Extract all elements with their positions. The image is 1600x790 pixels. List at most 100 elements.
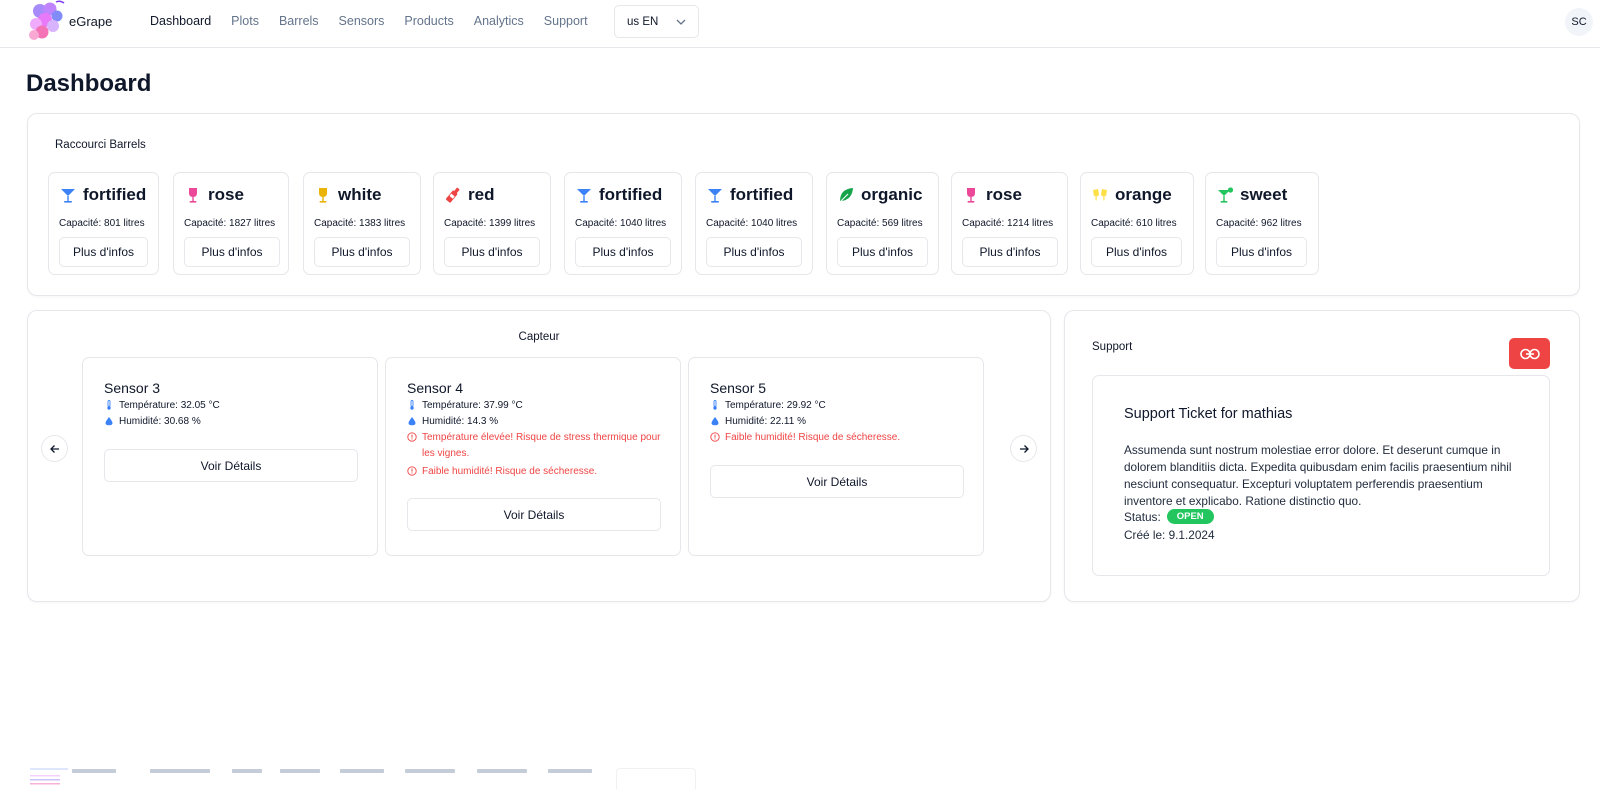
- barrel-card: red Capacité: 1399 litres Plus d'infos: [433, 172, 551, 275]
- page-title: Dashboard: [26, 70, 152, 97]
- sensor-humidity-text: Humidité: 22.11 %: [725, 416, 806, 427]
- barrel-header: red: [444, 185, 494, 205]
- cocktail-glass-icon: [577, 189, 591, 203]
- support-panel-title: Support: [1092, 341, 1133, 353]
- barrel-type: organic: [861, 185, 923, 204]
- barrel-type: rose: [986, 185, 1022, 204]
- user-avatar[interactable]: SC: [1565, 8, 1593, 36]
- barrel-type: white: [338, 185, 382, 204]
- ghost-nav-link: [340, 769, 384, 773]
- wine-glass-icon: [189, 188, 197, 203]
- barrel-card: fortified Capacité: 801 litres Plus d'info…: [48, 172, 159, 275]
- nav-link-analytics[interactable]: Analytics: [474, 14, 524, 28]
- barrel-more-info-button[interactable]: Plus d'infos: [1091, 237, 1182, 267]
- brand-name[interactable]: eGrape: [69, 14, 112, 29]
- grape-logo-icon[interactable]: [26, 0, 66, 42]
- barrel-header: orange: [1091, 185, 1172, 205]
- barrel-header: fortified: [575, 185, 662, 205]
- barrel-capacity: Capacité: 569 litres: [837, 218, 923, 229]
- barrel-more-info-button[interactable]: Plus d'infos: [59, 237, 148, 267]
- barrel-card: rose Capacité: 1214 litres Plus d'infos: [951, 172, 1068, 275]
- sensor-card: Sensor 3 Température: 32.05 °C Humidité: 3…: [82, 357, 378, 556]
- martini-icon: [1218, 187, 1234, 203]
- top-navbar: eGrape Dashboard Plots Barrels Sensors P…: [0, 0, 1600, 48]
- barrel-header: organic: [837, 185, 922, 205]
- ticket-created-date: Créé le: 9.1.2024: [1124, 528, 1215, 542]
- barrel-type: fortified: [83, 185, 147, 204]
- nav-link-products[interactable]: Products: [404, 14, 453, 28]
- barrel-more-info-button[interactable]: Plus d'infos: [184, 237, 280, 267]
- wine-glass-icon: [967, 188, 975, 203]
- barrel-capacity: Capacité: 1399 litres: [444, 218, 536, 229]
- barrel-more-info-button[interactable]: Plus d'infos: [837, 237, 928, 267]
- barrel-card: white Capacité: 1383 litres Plus d'infos: [303, 172, 421, 275]
- grape-logo-icon: [30, 768, 68, 785]
- sensor-warning-text: Faible humidité! Risque de sécheresse.: [725, 432, 901, 443]
- thermometer-icon: [410, 400, 414, 410]
- ticket-description: Assumenda sunt nostrum molestiae error d…: [1124, 443, 1512, 508]
- ticket-title: Support Ticket for mathias: [1124, 406, 1293, 422]
- nav-link-sensors[interactable]: Sensors: [339, 14, 385, 28]
- language-select[interactable]: us EN: [614, 5, 699, 38]
- sensor-humidity-text: Humidité: 30.68 %: [119, 416, 201, 427]
- support-link-button[interactable]: [1509, 338, 1550, 369]
- sensor-details-button[interactable]: Voir Détails: [407, 498, 661, 531]
- thermometer-icon: [713, 400, 717, 410]
- alert-circle-icon: [407, 466, 417, 476]
- sensor-card: Sensor 4 Température: 37.99 °C Humidité: 1…: [385, 357, 681, 556]
- wine-glass-icon: [319, 188, 327, 203]
- barrel-more-info-button[interactable]: Plus d'infos: [962, 237, 1058, 267]
- sensor-temperature: Température: 32.05 °C: [104, 398, 364, 414]
- sensor-name: Sensor 3: [104, 380, 161, 396]
- barrel-more-info-button[interactable]: Plus d'infos: [1216, 237, 1307, 267]
- carousel-next-button[interactable]: [1010, 435, 1037, 462]
- water-drop-icon: [711, 417, 719, 426]
- barrel-header: white: [314, 185, 381, 205]
- nav-link-barrels[interactable]: Barrels: [279, 14, 319, 28]
- barrel-capacity: Capacité: 1383 litres: [314, 218, 406, 229]
- sensor-temperature-text: Température: 37.99 °C: [422, 400, 523, 411]
- ghost-language-select: [616, 768, 696, 790]
- cocktail-glass-icon: [61, 189, 75, 203]
- barrel-card: fortified Capacité: 1040 litres Plus d'inf…: [564, 172, 682, 275]
- sensor-humidity-text: Humidité: 14.3 %: [422, 416, 499, 427]
- barrel-more-info-button[interactable]: Plus d'infos: [314, 237, 410, 267]
- barrel-capacity: Capacité: 1214 litres: [962, 218, 1054, 229]
- nav-link-dashboard[interactable]: Dashboard: [150, 14, 211, 28]
- ticket-status-row: Status: OPEN: [1124, 509, 1214, 524]
- barrel-card: orange Capacité: 610 litres Plus d'infos: [1080, 172, 1194, 275]
- sensor-name: Sensor 5: [710, 380, 767, 396]
- ticket-status-label: Status:: [1124, 509, 1161, 524]
- sensor-details-button[interactable]: Voir Détails: [104, 449, 358, 482]
- barrel-card: fortified Capacité: 1040 litres Plus d'inf…: [695, 172, 813, 275]
- ghost-nav-link: [150, 769, 210, 773]
- sensor-name: Sensor 4: [407, 380, 464, 396]
- sensor-details-button[interactable]: Voir Détails: [710, 465, 964, 498]
- barrel-more-info-button[interactable]: Plus d'infos: [706, 237, 802, 267]
- ghost-nav-link: [232, 769, 262, 773]
- cocktail-glass-icon: [708, 189, 722, 203]
- sensor-temperature: Température: 37.99 °C: [407, 398, 667, 414]
- sensor-warning: Faible humidité! Risque de sécheresse.: [710, 430, 970, 446]
- barrel-type: sweet: [1240, 185, 1288, 204]
- barrel-capacity: Capacité: 1827 litres: [184, 218, 276, 229]
- glasses-cheers-icon: [1093, 189, 1107, 201]
- barrel-capacity: Capacité: 962 litres: [1216, 218, 1302, 229]
- ghost-nav-link: [548, 769, 592, 773]
- barrel-header: fortified: [706, 185, 793, 205]
- nav-link-support[interactable]: Support: [544, 14, 588, 28]
- carousel-prev-button[interactable]: [41, 435, 68, 462]
- support-ticket-card: Support Ticket for mathias Assumenda sun…: [1092, 375, 1550, 576]
- nav-link-plots[interactable]: Plots: [231, 14, 259, 28]
- barrel-capacity: Capacité: 1040 litres: [706, 218, 798, 229]
- arrow-right-icon: [1019, 444, 1029, 453]
- sensor-humidity: Humidité: 14.3 %: [407, 414, 667, 430]
- barrel-more-info-button[interactable]: Plus d'infos: [575, 237, 671, 267]
- ghost-nav-link: [405, 769, 455, 773]
- sensor-humidity: Humidité: 22.11 %: [710, 414, 970, 430]
- thermometer-icon: [107, 400, 111, 410]
- barrel-more-info-button[interactable]: Plus d'infos: [444, 237, 540, 267]
- barrel-type: fortified: [599, 185, 663, 204]
- sensor-card: Sensor 5 Température: 29.92 °C Humidité: 2…: [688, 357, 984, 556]
- sensor-panel-title: Capteur: [518, 331, 560, 343]
